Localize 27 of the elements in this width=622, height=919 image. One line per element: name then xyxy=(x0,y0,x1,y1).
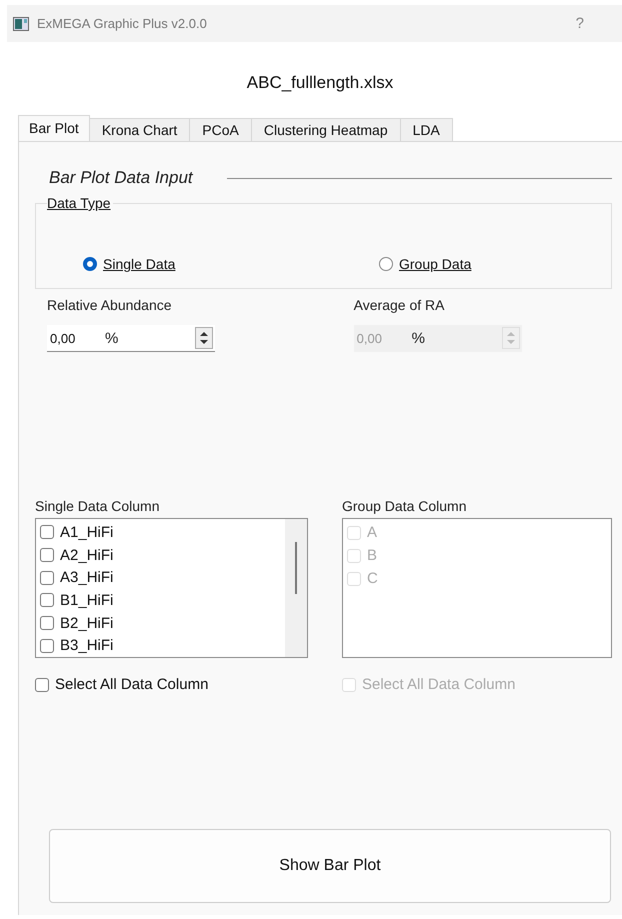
section-title: Bar Plot Data Input xyxy=(49,168,193,188)
tab[interactable]: Bar Plot xyxy=(18,115,90,141)
tab[interactable]: Krona Chart xyxy=(88,118,190,141)
list-item[interactable]: A1_HiFi xyxy=(40,521,285,544)
list-item[interactable]: B2_HiFi xyxy=(40,612,285,634)
tab[interactable]: Clustering Heatmap xyxy=(250,118,401,141)
field-label: Average of RA xyxy=(354,297,446,313)
select-all-checkbox[interactable]: Select All Data Column xyxy=(35,676,342,693)
list-item[interactable]: A2_HiFi xyxy=(40,544,285,566)
list-item[interactable]: A3_HiFi xyxy=(40,566,285,590)
group-title: Data Type xyxy=(47,195,113,211)
list-label: Group Data Column xyxy=(342,498,468,514)
tab[interactable]: LDA xyxy=(400,118,453,141)
show-plot-button[interactable]: Show Bar Plot xyxy=(49,829,611,903)
scrollbar[interactable] xyxy=(285,519,307,657)
list-label: Single Data Column xyxy=(35,498,161,514)
list-item[interactable]: B1_HiFi xyxy=(40,589,285,612)
tab[interactable]: PCoA xyxy=(189,118,252,141)
list-item[interactable]: B3_HiFi xyxy=(40,634,285,658)
radio-button[interactable]: Group Data xyxy=(379,256,579,272)
field-label: Relative Abundance xyxy=(47,297,173,313)
file-name: ABC_fulllength.xlsx xyxy=(246,73,394,93)
radio-button[interactable]: Single Data xyxy=(83,256,379,272)
spin-arrows-icon[interactable] xyxy=(195,327,213,349)
window-title: ExMEGA Graphic Plus v2.0.0 xyxy=(37,16,208,31)
spin-box[interactable]: 0,00 % xyxy=(47,325,215,352)
app-icon xyxy=(13,16,29,30)
